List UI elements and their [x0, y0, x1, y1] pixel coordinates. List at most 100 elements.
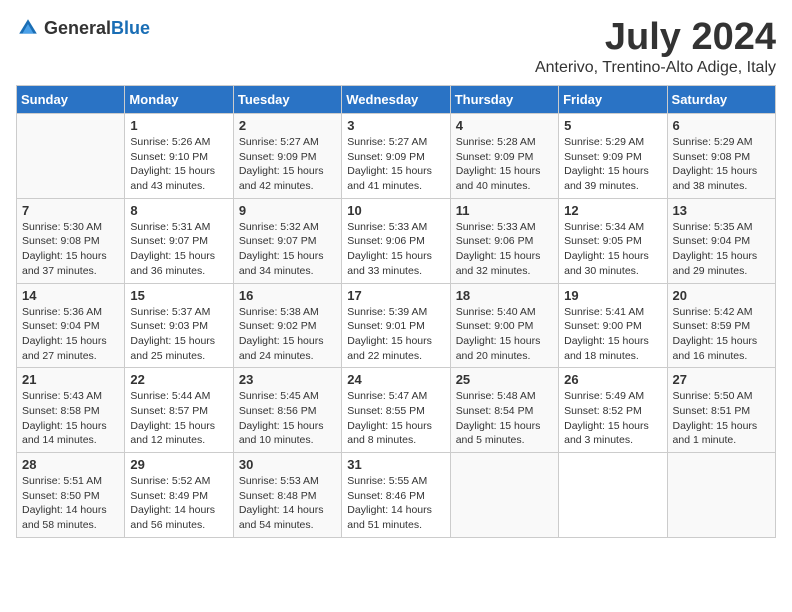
day-info: Sunrise: 5:55 AM Sunset: 8:46 PM Dayligh… [347, 474, 444, 533]
day-info: Sunrise: 5:35 AM Sunset: 9:04 PM Dayligh… [673, 220, 770, 279]
calendar-cell: 23 Sunrise: 5:45 AM Sunset: 8:56 PM Dayli… [233, 368, 341, 453]
calendar-cell: 9Sunrise: 5:32 AM Sunset: 9:07 PM Daylig… [233, 198, 341, 283]
day-number: 4 [456, 118, 553, 133]
header-day-thursday: Thursday [450, 86, 558, 114]
day-info: Sunrise: 5:53 AM Sunset: 8:48 PM Dayligh… [239, 474, 336, 533]
day-number: 27 [673, 372, 770, 387]
day-number: 12 [564, 203, 661, 218]
week-row-4: 21 Sunrise: 5:43 AM Sunset: 8:58 PM Dayli… [17, 368, 776, 453]
day-number: 24 [347, 372, 444, 387]
day-number: 18 [456, 288, 553, 303]
day-number: 28 [22, 457, 119, 472]
day-info: Sunrise: 5:42 AM Sunset: 8:59 PM Dayligh… [673, 305, 770, 364]
day-info: Sunrise: 5:32 AM Sunset: 9:07 PM Dayligh… [239, 220, 336, 279]
calendar-cell: 20 Sunrise: 5:42 AM Sunset: 8:59 PM Dayli… [667, 283, 775, 368]
day-info: Sunrise: 5:47 AM Sunset: 8:55 PM Dayligh… [347, 389, 444, 448]
calendar-cell: 11 Sunrise: 5:33 AM Sunset: 9:06 PM Dayli… [450, 198, 558, 283]
calendar-cell: 18 Sunrise: 5:40 AM Sunset: 9:00 PM Dayli… [450, 283, 558, 368]
day-number: 20 [673, 288, 770, 303]
day-number: 3 [347, 118, 444, 133]
day-info: Sunrise: 5:52 AM Sunset: 8:49 PM Dayligh… [130, 474, 227, 533]
week-row-5: 28 Sunrise: 5:51 AM Sunset: 8:50 PM Dayli… [17, 453, 776, 538]
day-number: 8 [130, 203, 227, 218]
calendar-cell: 26 Sunrise: 5:49 AM Sunset: 8:52 PM Dayli… [559, 368, 667, 453]
day-info: Sunrise: 5:27 AM Sunset: 9:09 PM Dayligh… [239, 135, 336, 194]
calendar-cell: 3Sunrise: 5:27 AM Sunset: 9:09 PM Daylig… [342, 114, 450, 199]
day-info: Sunrise: 5:39 AM Sunset: 9:01 PM Dayligh… [347, 305, 444, 364]
day-info: Sunrise: 5:28 AM Sunset: 9:09 PM Dayligh… [456, 135, 553, 194]
day-info: Sunrise: 5:40 AM Sunset: 9:00 PM Dayligh… [456, 305, 553, 364]
header-day-wednesday: Wednesday [342, 86, 450, 114]
day-number: 6 [673, 118, 770, 133]
calendar-cell: 31 Sunrise: 5:55 AM Sunset: 8:46 PM Dayli… [342, 453, 450, 538]
calendar-cell: 25Sunrise: 5:48 AM Sunset: 8:54 PM Dayli… [450, 368, 558, 453]
day-info: Sunrise: 5:44 AM Sunset: 8:57 PM Dayligh… [130, 389, 227, 448]
calendar-cell: 4 Sunrise: 5:28 AM Sunset: 9:09 PM Daylig… [450, 114, 558, 199]
day-number: 26 [564, 372, 661, 387]
day-info: Sunrise: 5:33 AM Sunset: 9:06 PM Dayligh… [456, 220, 553, 279]
day-number: 10 [347, 203, 444, 218]
header-day-monday: Monday [125, 86, 233, 114]
calendar-cell: 29Sunrise: 5:52 AM Sunset: 8:49 PM Dayli… [125, 453, 233, 538]
header-day-saturday: Saturday [667, 86, 775, 114]
day-info: Sunrise: 5:49 AM Sunset: 8:52 PM Dayligh… [564, 389, 661, 448]
calendar-cell: 22 Sunrise: 5:44 AM Sunset: 8:57 PM Dayli… [125, 368, 233, 453]
day-number: 30 [239, 457, 336, 472]
day-number: 17 [347, 288, 444, 303]
day-info: Sunrise: 5:43 AM Sunset: 8:58 PM Dayligh… [22, 389, 119, 448]
day-info: Sunrise: 5:36 AM Sunset: 9:04 PM Dayligh… [22, 305, 119, 364]
day-info: Sunrise: 5:29 AM Sunset: 9:08 PM Dayligh… [673, 135, 770, 194]
day-info: Sunrise: 5:45 AM Sunset: 8:56 PM Dayligh… [239, 389, 336, 448]
day-info: Sunrise: 5:31 AM Sunset: 9:07 PM Dayligh… [130, 220, 227, 279]
week-row-3: 14 Sunrise: 5:36 AM Sunset: 9:04 PM Dayli… [17, 283, 776, 368]
day-info: Sunrise: 5:50 AM Sunset: 8:51 PM Dayligh… [673, 389, 770, 448]
day-info: Sunrise: 5:51 AM Sunset: 8:50 PM Dayligh… [22, 474, 119, 533]
day-number: 21 [22, 372, 119, 387]
calendar-cell: 16 Sunrise: 5:38 AM Sunset: 9:02 PM Dayli… [233, 283, 341, 368]
header-day-friday: Friday [559, 86, 667, 114]
calendar-cell: 13Sunrise: 5:35 AM Sunset: 9:04 PM Dayli… [667, 198, 775, 283]
calendar-cell [450, 453, 558, 538]
day-number: 22 [130, 372, 227, 387]
day-number: 2 [239, 118, 336, 133]
header-row: SundayMondayTuesdayWednesdayThursdayFrid… [17, 86, 776, 114]
calendar-cell: 15 Sunrise: 5:37 AM Sunset: 9:03 PM Dayli… [125, 283, 233, 368]
calendar-cell [559, 453, 667, 538]
calendar-cell: 1 Sunrise: 5:26 AM Sunset: 9:10 PM Daylig… [125, 114, 233, 199]
day-number: 1 [130, 118, 227, 133]
calendar-cell: 30 Sunrise: 5:53 AM Sunset: 8:48 PM Dayli… [233, 453, 341, 538]
logo-blue-text: Blue [111, 18, 150, 38]
calendar-cell: 6 Sunrise: 5:29 AM Sunset: 9:08 PM Daylig… [667, 114, 775, 199]
calendar-cell: 8 Sunrise: 5:31 AM Sunset: 9:07 PM Daylig… [125, 198, 233, 283]
calendar-cell: 19Sunrise: 5:41 AM Sunset: 9:00 PM Dayli… [559, 283, 667, 368]
week-row-2: 7Sunrise: 5:30 AM Sunset: 9:08 PM Daylig… [17, 198, 776, 283]
header-day-sunday: Sunday [17, 86, 125, 114]
day-number: 23 [239, 372, 336, 387]
calendar-cell: 2 Sunrise: 5:27 AM Sunset: 9:09 PM Daylig… [233, 114, 341, 199]
week-row-1: 1 Sunrise: 5:26 AM Sunset: 9:10 PM Daylig… [17, 114, 776, 199]
day-info: Sunrise: 5:37 AM Sunset: 9:03 PM Dayligh… [130, 305, 227, 364]
calendar-cell [17, 114, 125, 199]
header-day-tuesday: Tuesday [233, 86, 341, 114]
calendar-cell: 27 Sunrise: 5:50 AM Sunset: 8:51 PM Dayli… [667, 368, 775, 453]
location-subtitle: Anterivo, Trentino-Alto Adige, Italy [535, 59, 776, 77]
calendar-cell: 24 Sunrise: 5:47 AM Sunset: 8:55 PM Dayli… [342, 368, 450, 453]
calendar-cell: 7Sunrise: 5:30 AM Sunset: 9:08 PM Daylig… [17, 198, 125, 283]
logo-general-text: General [44, 18, 111, 38]
day-number: 11 [456, 203, 553, 218]
day-info: Sunrise: 5:34 AM Sunset: 9:05 PM Dayligh… [564, 220, 661, 279]
day-info: Sunrise: 5:38 AM Sunset: 9:02 PM Dayligh… [239, 305, 336, 364]
day-info: Sunrise: 5:48 AM Sunset: 8:54 PM Dayligh… [456, 389, 553, 448]
title-section: July 2024 Anterivo, Trentino-Alto Adige,… [535, 16, 776, 77]
logo-icon [16, 16, 40, 40]
day-info: Sunrise: 5:26 AM Sunset: 9:10 PM Dayligh… [130, 135, 227, 194]
day-number: 15 [130, 288, 227, 303]
day-number: 14 [22, 288, 119, 303]
calendar-table: SundayMondayTuesdayWednesdayThursdayFrid… [16, 85, 776, 538]
calendar-cell: 12 Sunrise: 5:34 AM Sunset: 9:05 PM Dayli… [559, 198, 667, 283]
day-number: 16 [239, 288, 336, 303]
day-number: 31 [347, 457, 444, 472]
header: GeneralBlue July 2024 Anterivo, Trentino… [16, 16, 776, 77]
day-info: Sunrise: 5:30 AM Sunset: 9:08 PM Dayligh… [22, 220, 119, 279]
calendar-cell: 10Sunrise: 5:33 AM Sunset: 9:06 PM Dayli… [342, 198, 450, 283]
